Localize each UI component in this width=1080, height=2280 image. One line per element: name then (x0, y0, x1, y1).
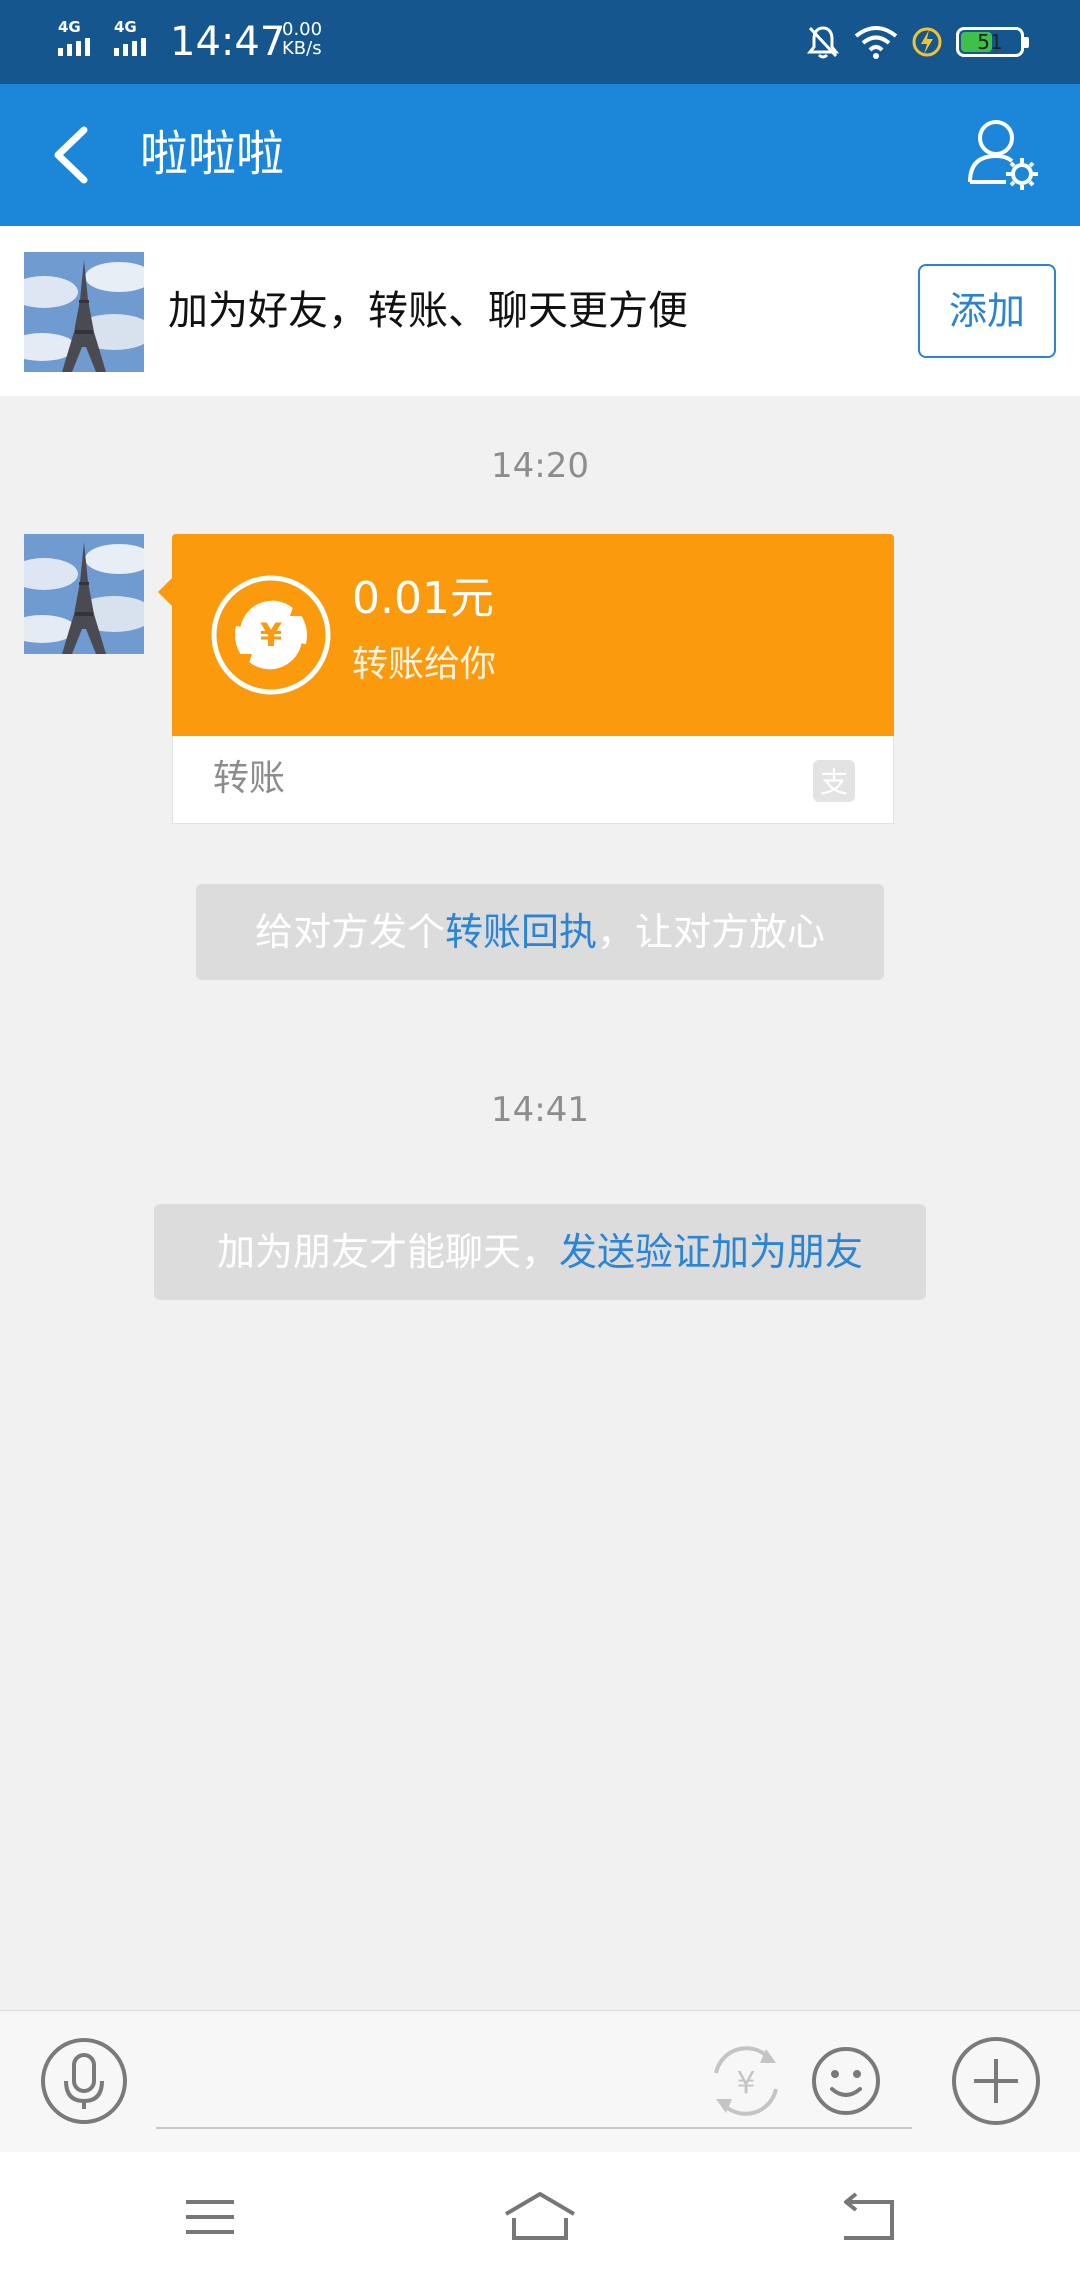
microphone-icon[interactable] (40, 2037, 128, 2125)
back-icon[interactable] (830, 2188, 910, 2246)
transfer-card-top: ¥ 0.01元 转账给你 (158, 534, 894, 736)
system-nav-bar (0, 2152, 1080, 2280)
svg-text:¥: ¥ (736, 2066, 755, 2101)
mute-icon (806, 26, 840, 59)
page-title: 啦啦啦 (140, 126, 285, 182)
receipt-notice: 给对方发个转账回执，让对方放心 (196, 884, 884, 980)
chevron-left-icon[interactable] (36, 118, 106, 192)
status-bar: 4G 4G 14:47 0.00 KB/s 51 (0, 0, 1080, 84)
network-speed: 0.00 KB/s (282, 20, 322, 58)
message-input[interactable] (156, 2031, 912, 2129)
transfer-receipt-link[interactable]: 转账回执 (445, 910, 597, 954)
receipt-notice-text: 给对方发个 (254, 910, 445, 954)
send-verification-link[interactable]: 发送验证加为朋友 (559, 1230, 863, 1274)
yuan-transfer-icon: ¥ (211, 575, 331, 695)
svg-text:支: 支 (820, 766, 848, 799)
yuan-icon[interactable]: ¥ (708, 2041, 784, 2121)
transfer-subtitle: 转账给你 (352, 644, 497, 685)
transfer-message-card[interactable]: ¥ 0.01元 转账给你 转账 支 (158, 534, 894, 824)
message-input-bar: ¥ (0, 2010, 1080, 2152)
alipay-icon: 支 (813, 760, 855, 802)
menu-icon[interactable] (170, 2188, 250, 2246)
transfer-label: 转账 (213, 758, 286, 799)
receipt-notice-suffix: ，让对方放心 (597, 910, 826, 954)
speed-value: 0.00 (282, 19, 323, 40)
friend-required-notice: 加为朋友才能聊天，发送验证加为朋友 (154, 1204, 926, 1300)
friend-notice-text: 加为朋友才能聊天， (216, 1230, 559, 1274)
network-type: 4G (58, 18, 81, 36)
charging-icon (912, 27, 942, 57)
transfer-card-footer: 转账 支 (172, 736, 894, 824)
chat-header: 啦啦啦 (0, 84, 1080, 226)
message-timestamp: 14:41 (491, 1090, 589, 1130)
message-timestamp: 14:20 (491, 446, 589, 486)
user-settings-icon[interactable] (966, 116, 1040, 192)
avatar[interactable] (24, 534, 144, 654)
transfer-amount: 0.01元 (352, 573, 494, 624)
add-friend-prompt: 加为好友，转账、聊天更方便 (168, 288, 688, 334)
home-icon[interactable] (500, 2188, 580, 2246)
svg-text:¥: ¥ (260, 616, 282, 654)
battery-icon: 51 (956, 27, 1029, 57)
emoji-icon[interactable] (808, 2041, 884, 2121)
battery-level: 51 (977, 30, 1003, 54)
add-friend-button[interactable]: 添加 (918, 264, 1056, 358)
wifi-icon (854, 26, 898, 59)
speed-unit: KB/s (282, 38, 322, 59)
plus-icon[interactable] (950, 2035, 1042, 2127)
add-friend-banner: 加为好友，转账、聊天更方便 添加 (0, 226, 1080, 396)
avatar[interactable] (24, 252, 144, 372)
status-time: 14:47 (170, 19, 286, 65)
network-type: 4G (114, 18, 137, 36)
